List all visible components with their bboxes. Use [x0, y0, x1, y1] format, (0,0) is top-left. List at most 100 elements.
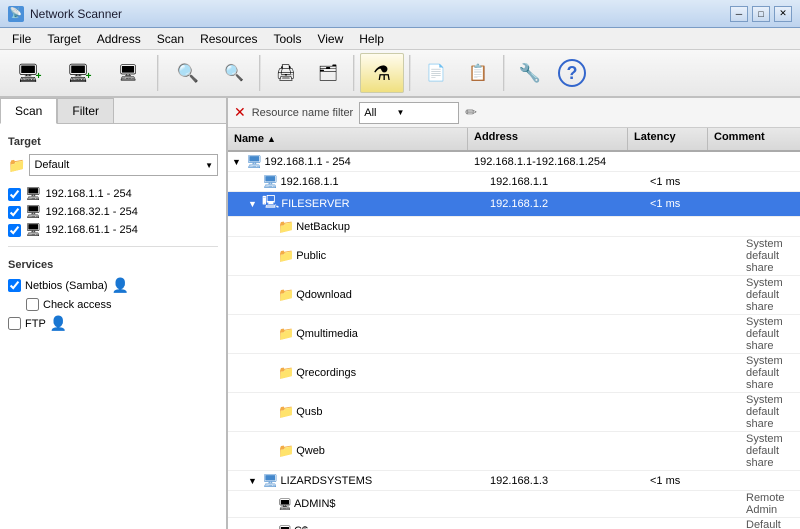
row-address-8 — [500, 411, 660, 413]
menu-resources[interactable]: Resources — [192, 30, 265, 48]
maximize-button[interactable]: □ — [752, 6, 770, 22]
row-comment-8: System default share — [740, 393, 800, 431]
row-name-8: 📁 Qusb — [260, 403, 500, 421]
ftp-user-icon[interactable]: 👤 — [50, 315, 67, 332]
toggle-icon-3 — [264, 222, 276, 232]
menu-scan[interactable]: Scan — [149, 30, 192, 48]
target-dropdown[interactable]: Default ▼ — [29, 154, 218, 176]
edit-button[interactable]: 🖥 — [104, 53, 152, 93]
window-controls[interactable]: ─ □ ✕ — [730, 6, 792, 22]
row-comment-12: Default share — [740, 518, 800, 529]
table-row[interactable]: 📁 Qrecordings System default share — [228, 354, 800, 393]
row-latency-6 — [660, 333, 740, 335]
minimize-button[interactable]: ─ — [730, 6, 748, 22]
menu-view[interactable]: View — [309, 30, 351, 48]
table-row[interactable]: 🖥 ADMIN$ Remote Admin — [228, 491, 800, 518]
table-row[interactable]: 📁 Qmultimedia System default share — [228, 315, 800, 354]
row-address-4 — [500, 255, 660, 257]
table-row[interactable]: 📁 Qusb System default share — [228, 393, 800, 432]
row-name-10: ▼ 🖥 LIZARDSYSTEMS — [244, 472, 484, 490]
filter-bar: ✕ Resource name filter All ▼ ✏ — [228, 98, 800, 128]
col-header-name[interactable]: Name ▲ — [228, 128, 468, 150]
table-row[interactable]: 🖥 C$ Default share — [228, 518, 800, 529]
menu-address[interactable]: Address — [89, 30, 149, 48]
server-icon-2: 🖳 — [262, 193, 279, 215]
table-row[interactable]: 📁 Qdownload System default share — [228, 276, 800, 315]
row-name-3: 📁 NetBackup — [260, 218, 500, 236]
scan-range-checkbox-0[interactable] — [8, 188, 21, 201]
scan-range-checkbox-2[interactable] — [8, 224, 21, 237]
menu-file[interactable]: File — [4, 30, 39, 48]
app-icon: 📡 — [8, 6, 24, 22]
row-address-2: 192.168.1.2 — [484, 197, 644, 211]
row-comment-0 — [708, 161, 800, 163]
row-comment-6: System default share — [740, 315, 800, 353]
filter-button[interactable]: ⚗ — [360, 53, 404, 93]
tab-filter[interactable]: Filter — [57, 98, 114, 123]
row-latency-9 — [660, 450, 740, 452]
copy-button[interactable]: 📋 — [458, 53, 498, 93]
close-button[interactable]: ✕ — [774, 6, 792, 22]
table-row[interactable]: ▼ 🖳 FILESERVER 192.168.1.2 <1 ms — [228, 192, 800, 217]
filter-combo[interactable]: All ▼ — [359, 102, 459, 124]
export-button[interactable]: 📄 — [416, 53, 456, 93]
filter-label: Resource name filter — [252, 107, 354, 119]
col-header-address[interactable]: Address — [468, 128, 628, 150]
table-header: Name ▲ Address Latency Comment — [228, 128, 800, 152]
toggle-icon-0[interactable]: ▼ — [232, 157, 244, 167]
col-header-comment[interactable]: Comment — [708, 128, 800, 150]
resource-button-1[interactable]: 🖨 — [266, 53, 306, 93]
range-monitor-icon-0: 🖥 — [25, 186, 42, 202]
resource-button-2[interactable]: 🗂 — [308, 53, 348, 93]
row-address-1: 192.168.1.1 — [484, 175, 644, 189]
dropdown-arrow-icon: ▼ — [205, 161, 213, 170]
service-checkaccess-checkbox[interactable] — [26, 298, 39, 311]
filter-edit-icon[interactable]: ✏ — [465, 104, 477, 121]
help-button[interactable]: ? — [552, 53, 592, 93]
toggle-icon-2[interactable]: ▼ — [248, 199, 260, 209]
toolbar-separator-3 — [353, 55, 355, 91]
scan-range-label-2: 192.168.61.1 - 254 — [46, 224, 138, 236]
toggle-icon-10[interactable]: ▼ — [248, 476, 260, 486]
scan-button[interactable]: 🔍 — [164, 53, 212, 93]
filter-clear-button[interactable]: ✕ — [234, 104, 246, 121]
row-latency-10: <1 ms — [644, 474, 724, 488]
user-icon[interactable]: 👤 — [112, 277, 129, 294]
table-row[interactable]: 📁 Public System default share — [228, 237, 800, 276]
toolbar-separator-4 — [409, 55, 411, 91]
remove-address-button[interactable]: 🖥 + — [54, 53, 102, 93]
table-row[interactable]: 📁 NetBackup — [228, 217, 800, 237]
toggle-icon-6 — [264, 329, 276, 339]
scan-range-item-0: 🖥 192.168.1.1 - 254 — [8, 186, 218, 202]
menu-target[interactable]: Target — [39, 30, 88, 48]
table-row[interactable]: 🖥 192.168.1.1 192.168.1.1 <1 ms — [228, 172, 800, 192]
row-name-2: ▼ 🖳 FILESERVER — [244, 192, 484, 216]
row-comment-1 — [724, 181, 800, 183]
toggle-icon-9 — [264, 446, 276, 456]
menu-tools[interactable]: Tools — [265, 30, 309, 48]
row-comment-10 — [724, 480, 800, 482]
col-header-latency[interactable]: Latency — [628, 128, 708, 150]
scan-range-checkbox-1[interactable] — [8, 206, 21, 219]
row-comment-5: System default share — [740, 276, 800, 314]
settings-button[interactable]: 🔧 — [510, 53, 550, 93]
menu-help[interactable]: Help — [351, 30, 392, 48]
service-ftp: FTP 👤 — [8, 315, 218, 332]
range-monitor-icon-1: 🖥 — [25, 204, 42, 220]
scan-range-label-1: 192.168.32.1 - 254 — [46, 206, 138, 218]
toolbar-separator-2 — [259, 55, 261, 91]
row-comment-9: System default share — [740, 432, 800, 470]
stop-button[interactable]: 🔍 — [214, 53, 254, 93]
tab-scan[interactable]: Scan — [0, 98, 57, 124]
add-address-button[interactable]: 🖥 + — [4, 53, 52, 93]
row-latency-11 — [660, 503, 740, 505]
table-row[interactable]: 📁 Qweb System default share — [228, 432, 800, 471]
table-row[interactable]: ▼ 🖥 192.168.1.1 - 254 192.168.1.1-192.16… — [228, 152, 800, 172]
left-panel: Scan Filter Target 📁 Default ▼ 🖥 192.168… — [0, 98, 228, 529]
row-comment-3 — [740, 226, 800, 228]
service-netbios-checkbox[interactable] — [8, 279, 21, 292]
row-address-5 — [500, 294, 660, 296]
service-ftp-checkbox[interactable] — [8, 317, 21, 330]
table-row[interactable]: ▼ 🖥 LIZARDSYSTEMS 192.168.1.3 <1 ms — [228, 471, 800, 491]
menu-bar: File Target Address Scan Resources Tools… — [0, 28, 800, 50]
